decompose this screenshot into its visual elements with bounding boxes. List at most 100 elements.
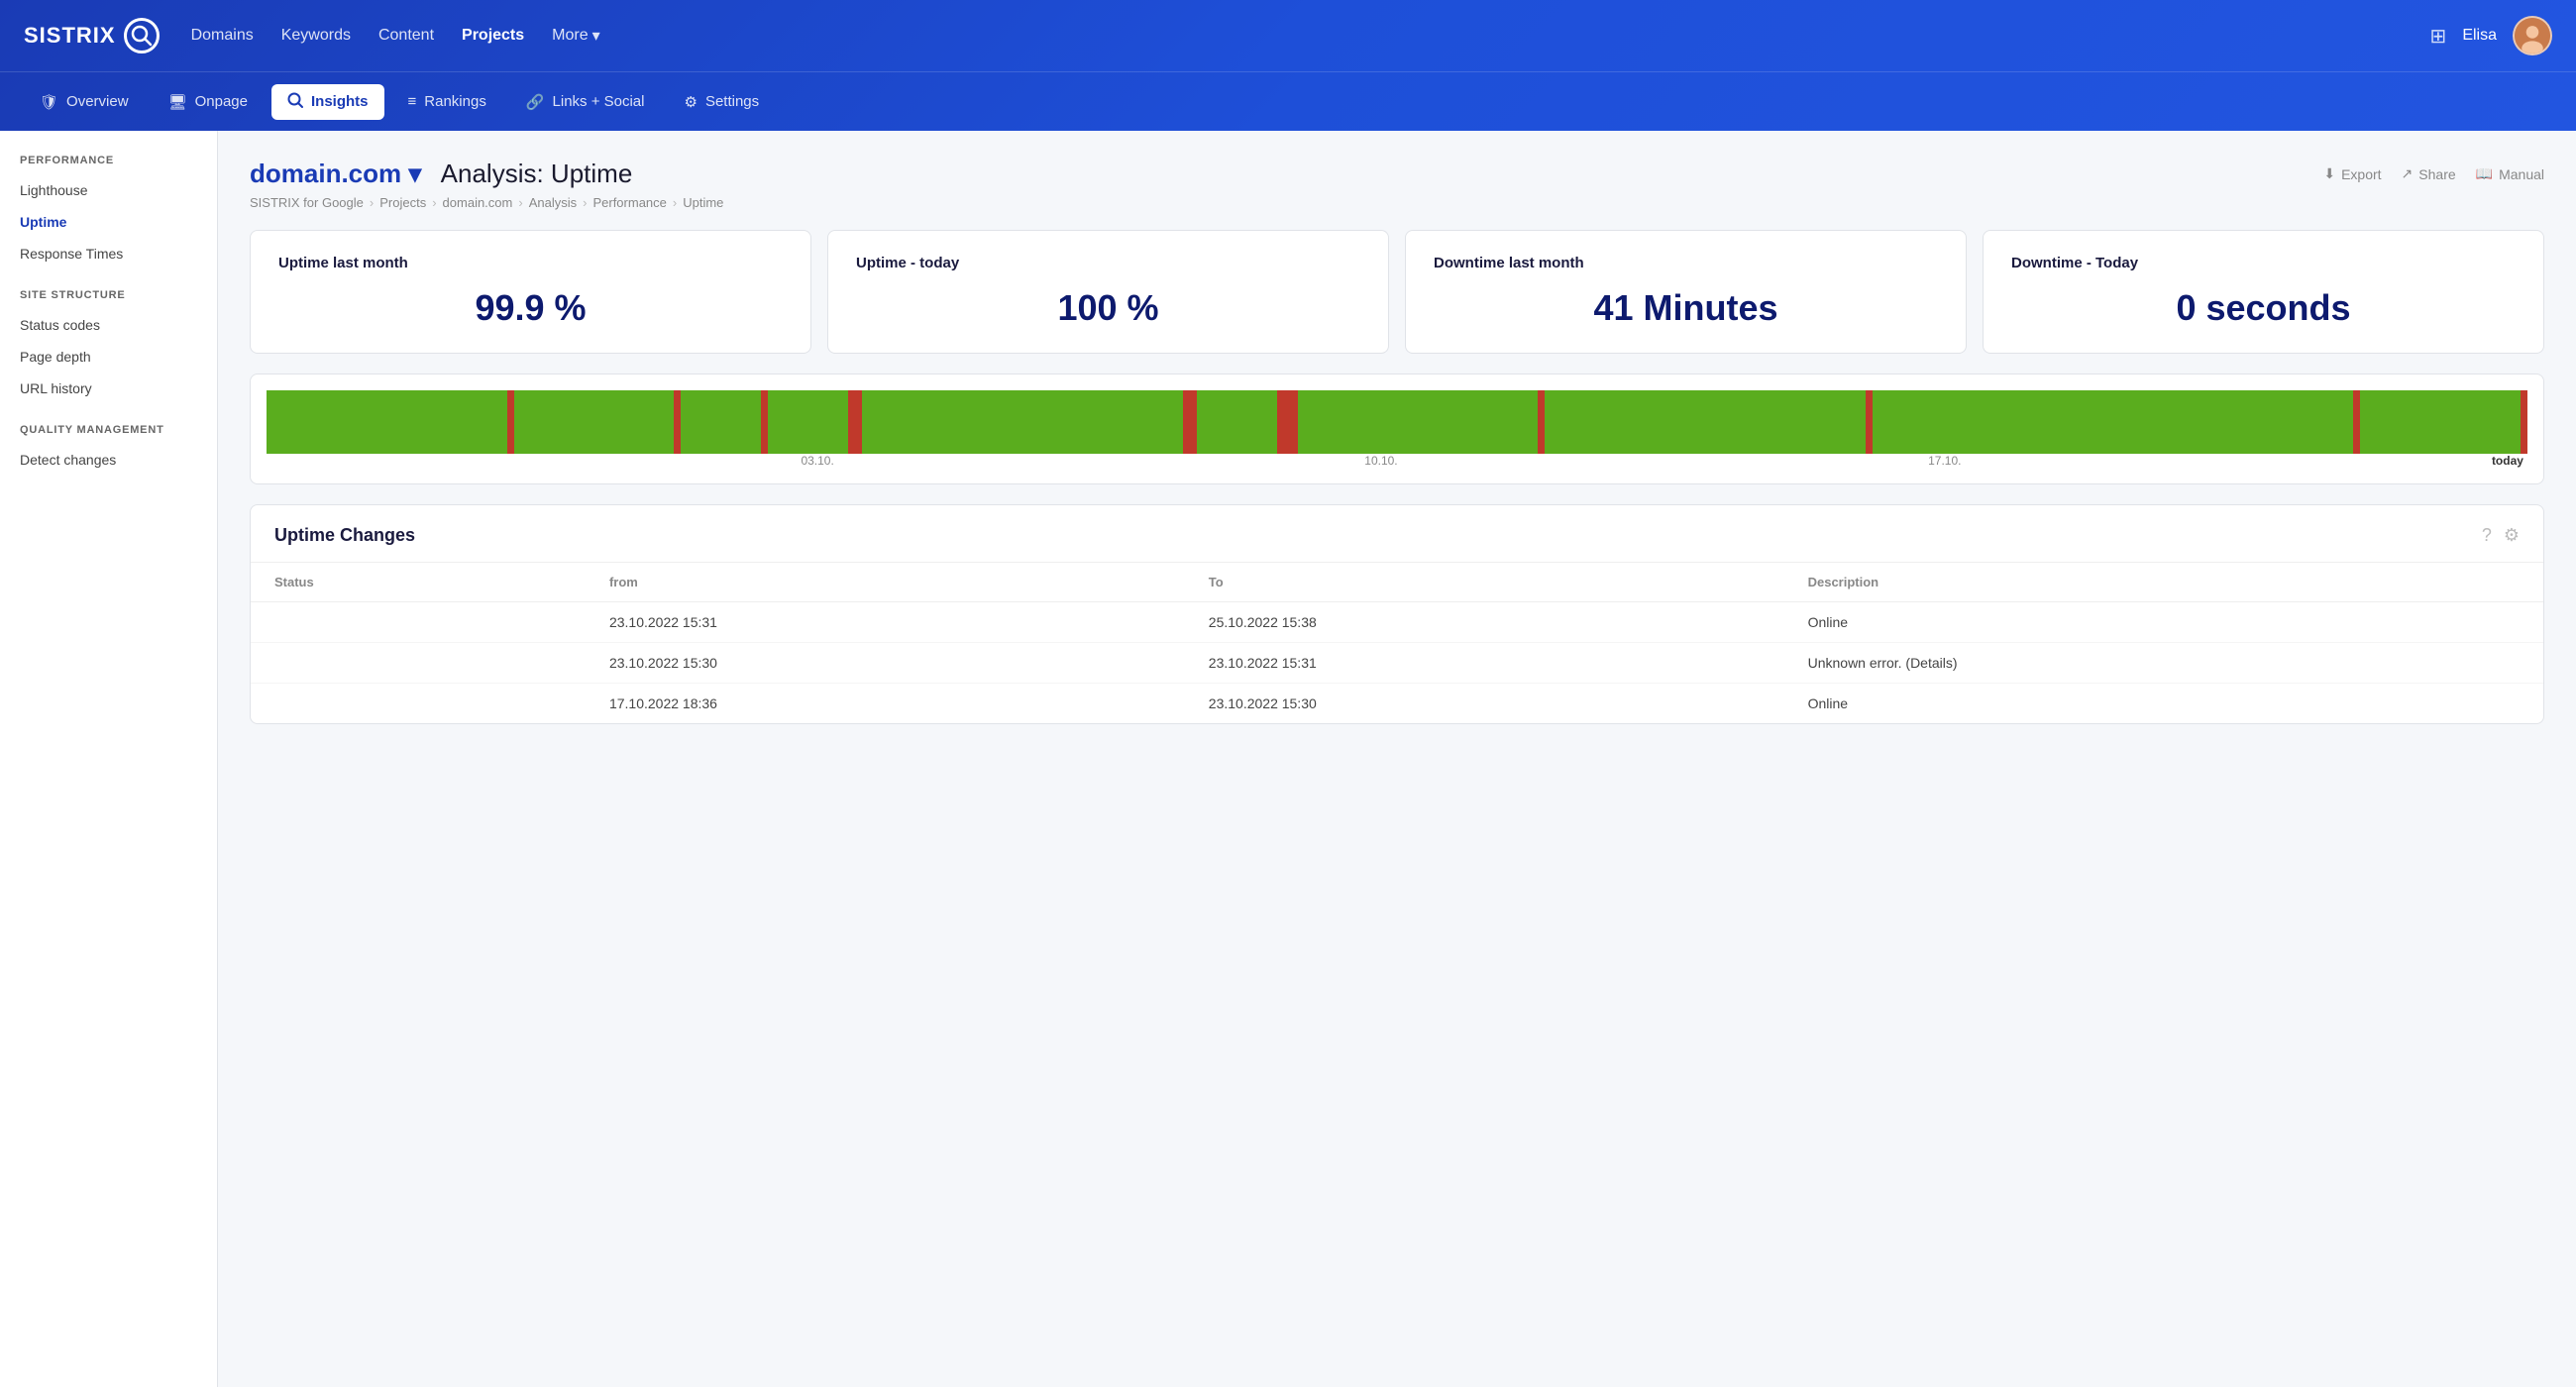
card-label-downtime-today: Downtime - Today <box>2011 255 2516 271</box>
chart-labels: 03.10. 10.10. 17.10. today <box>267 454 2527 468</box>
share-button[interactable]: ↗ Share <box>2402 165 2456 182</box>
card-value-downtime-last-month: 41 Minutes <box>1434 287 1938 329</box>
settings-table-icon[interactable]: ⚙ <box>2504 525 2520 546</box>
cell-description-1: Unknown error. (Details) <box>1784 643 2543 684</box>
nav-projects[interactable]: Projects <box>462 27 524 45</box>
domain-link[interactable]: domain.com ▾ <box>250 159 429 188</box>
logo[interactable]: SISTRIX <box>24 18 160 53</box>
card-uptime-today: Uptime - today 100 % <box>827 230 1389 354</box>
sidebar-item-status-codes[interactable]: Status codes <box>0 309 217 341</box>
nav-content[interactable]: Content <box>378 27 434 45</box>
main-nav-items: Domains Keywords Content Projects More ▾ <box>191 26 600 46</box>
manual-button[interactable]: 📖 Manual <box>2476 165 2544 182</box>
sidebar-section-title-site-structure: SITE STRUCTURE <box>0 289 217 309</box>
chart-label-0310: 03.10. <box>801 454 833 468</box>
domain-chevron-icon: ▾ <box>408 159 421 188</box>
card-value-downtime-today: 0 seconds <box>2011 287 2516 329</box>
nav-domains[interactable]: Domains <box>191 27 254 45</box>
sidebar-section-title-performance: PERFORMANCE <box>0 155 217 174</box>
help-icon[interactable]: ? <box>2482 525 2492 546</box>
table-header: Uptime Changes ? ⚙ <box>251 505 2543 563</box>
cell-status-2 <box>251 684 586 724</box>
main-container: PERFORMANCE Lighthouse Uptime Response T… <box>0 131 2576 1387</box>
subnav-insights[interactable]: Insights <box>271 84 384 120</box>
page-title-actions: ⬇ Export ↗ Share 📖 Manual <box>2323 165 2544 182</box>
export-button[interactable]: ⬇ Export <box>2323 165 2381 182</box>
table-row: 23.10.2022 15:30 23.10.2022 15:31 Unknow… <box>251 643 2543 684</box>
card-downtime-last-month: Downtime last month 41 Minutes <box>1405 230 1967 354</box>
sidebar-item-uptime[interactable]: Uptime <box>0 206 217 238</box>
logo-icon <box>124 18 160 53</box>
sidebar-item-detect-changes[interactable]: Detect changes <box>0 444 217 476</box>
breadcrumb-analysis[interactable]: Analysis <box>529 195 577 210</box>
card-label-downtime-last-month: Downtime last month <box>1434 255 1938 271</box>
subnav-settings[interactable]: ⚙ Settings <box>668 85 775 119</box>
subnav-onpage[interactable]: 🖥 Onpage <box>153 85 264 119</box>
cell-to-2: 23.10.2022 15:30 <box>1185 684 1784 724</box>
sidebar-item-url-history[interactable]: URL history <box>0 373 217 404</box>
subnav-rankings[interactable]: ≡ Rankings <box>392 85 502 118</box>
uptime-chart-container: 03.10. 10.10. 17.10. today <box>250 373 2544 484</box>
nav-right: ⊞ Elisa <box>2430 16 2552 55</box>
subnav-overview[interactable]: 🛡 Overview <box>24 85 145 119</box>
card-uptime-last-month: Uptime last month 99.9 % <box>250 230 811 354</box>
card-value-uptime-today: 100 % <box>856 287 1360 329</box>
col-to: To <box>1185 563 1784 602</box>
nav-more[interactable]: More ▾ <box>552 26 599 46</box>
cell-description-2: Online <box>1784 684 2543 724</box>
chart-label-1710: 17.10. <box>1928 454 1961 468</box>
page-title: domain.com ▾ Analysis: Uptime <box>250 159 632 189</box>
insights-icon <box>287 92 303 112</box>
col-from: from <box>586 563 1185 602</box>
card-value-uptime-last-month: 99.9 % <box>278 287 783 329</box>
page-header: domain.com ▾ Analysis: Uptime ⬇ Export ↗… <box>250 159 2544 210</box>
table-row: 23.10.2022 15:31 25.10.2022 15:38 Online <box>251 602 2543 643</box>
user-name: Elisa <box>2462 27 2497 45</box>
sidebar-section-performance: PERFORMANCE Lighthouse Uptime Response T… <box>0 155 217 269</box>
breadcrumb-uptime[interactable]: Uptime <box>683 195 723 210</box>
overview-icon: 🛡 <box>40 93 58 111</box>
sidebar-item-page-depth[interactable]: Page depth <box>0 341 217 373</box>
breadcrumb: SISTRIX for Google › Projects › domain.c… <box>250 195 2544 210</box>
chart-label-today: today <box>2492 454 2523 468</box>
export-icon: ⬇ <box>2323 165 2335 182</box>
nav-keywords[interactable]: Keywords <box>281 27 351 45</box>
logo-text: SISTRIX <box>24 23 116 49</box>
settings-icon: ⚙ <box>684 93 697 111</box>
breadcrumb-sistrix[interactable]: SISTRIX for Google <box>250 195 364 210</box>
grid-icon[interactable]: ⊞ <box>2430 24 2447 49</box>
cell-to-1: 23.10.2022 15:31 <box>1185 643 1784 684</box>
table-header-row: Status from To Description <box>251 563 2543 602</box>
sidebar-section-quality-management: QUALITY MANAGEMENT Detect changes <box>0 424 217 476</box>
col-description: Description <box>1784 563 2543 602</box>
sub-navigation: 🛡 Overview 🖥 Onpage Insights ≡ Rankings … <box>0 71 2576 131</box>
cell-status-0 <box>251 602 586 643</box>
breadcrumb-performance[interactable]: Performance <box>592 195 666 210</box>
cell-from-1: 23.10.2022 15:30 <box>586 643 1185 684</box>
uptime-changes-section: Uptime Changes ? ⚙ Status from To Descri… <box>250 504 2544 724</box>
chevron-down-icon: ▾ <box>592 26 600 46</box>
sidebar: PERFORMANCE Lighthouse Uptime Response T… <box>0 131 218 1387</box>
uptime-changes-table: Status from To Description 23.10.2022 15… <box>251 563 2543 723</box>
cell-to-0: 25.10.2022 15:38 <box>1185 602 1784 643</box>
subnav-links-social[interactable]: 🔗 Links + Social <box>510 85 661 119</box>
table-title: Uptime Changes <box>274 525 415 546</box>
page-title-row: domain.com ▾ Analysis: Uptime ⬇ Export ↗… <box>250 159 2544 189</box>
sidebar-item-lighthouse[interactable]: Lighthouse <box>0 174 217 206</box>
col-status: Status <box>251 563 586 602</box>
links-icon: 🔗 <box>526 93 545 111</box>
manual-icon: 📖 <box>2476 165 2493 182</box>
breadcrumb-domain[interactable]: domain.com <box>443 195 513 210</box>
uptime-bar <box>267 390 2527 454</box>
nav-left: SISTRIX Domains Keywords Content Project… <box>24 18 600 53</box>
card-downtime-today: Downtime - Today 0 seconds <box>1983 230 2544 354</box>
breadcrumb-projects[interactable]: Projects <box>379 195 426 210</box>
sidebar-item-response-times[interactable]: Response Times <box>0 238 217 269</box>
avatar[interactable] <box>2513 16 2552 55</box>
cell-from-2: 17.10.2022 18:36 <box>586 684 1185 724</box>
table-header-actions: ? ⚙ <box>2482 525 2520 546</box>
card-label-uptime-today: Uptime - today <box>856 255 1360 271</box>
sidebar-section-title-quality-management: QUALITY MANAGEMENT <box>0 424 217 444</box>
cell-from-0: 23.10.2022 15:31 <box>586 602 1185 643</box>
rankings-icon: ≡ <box>408 93 417 110</box>
